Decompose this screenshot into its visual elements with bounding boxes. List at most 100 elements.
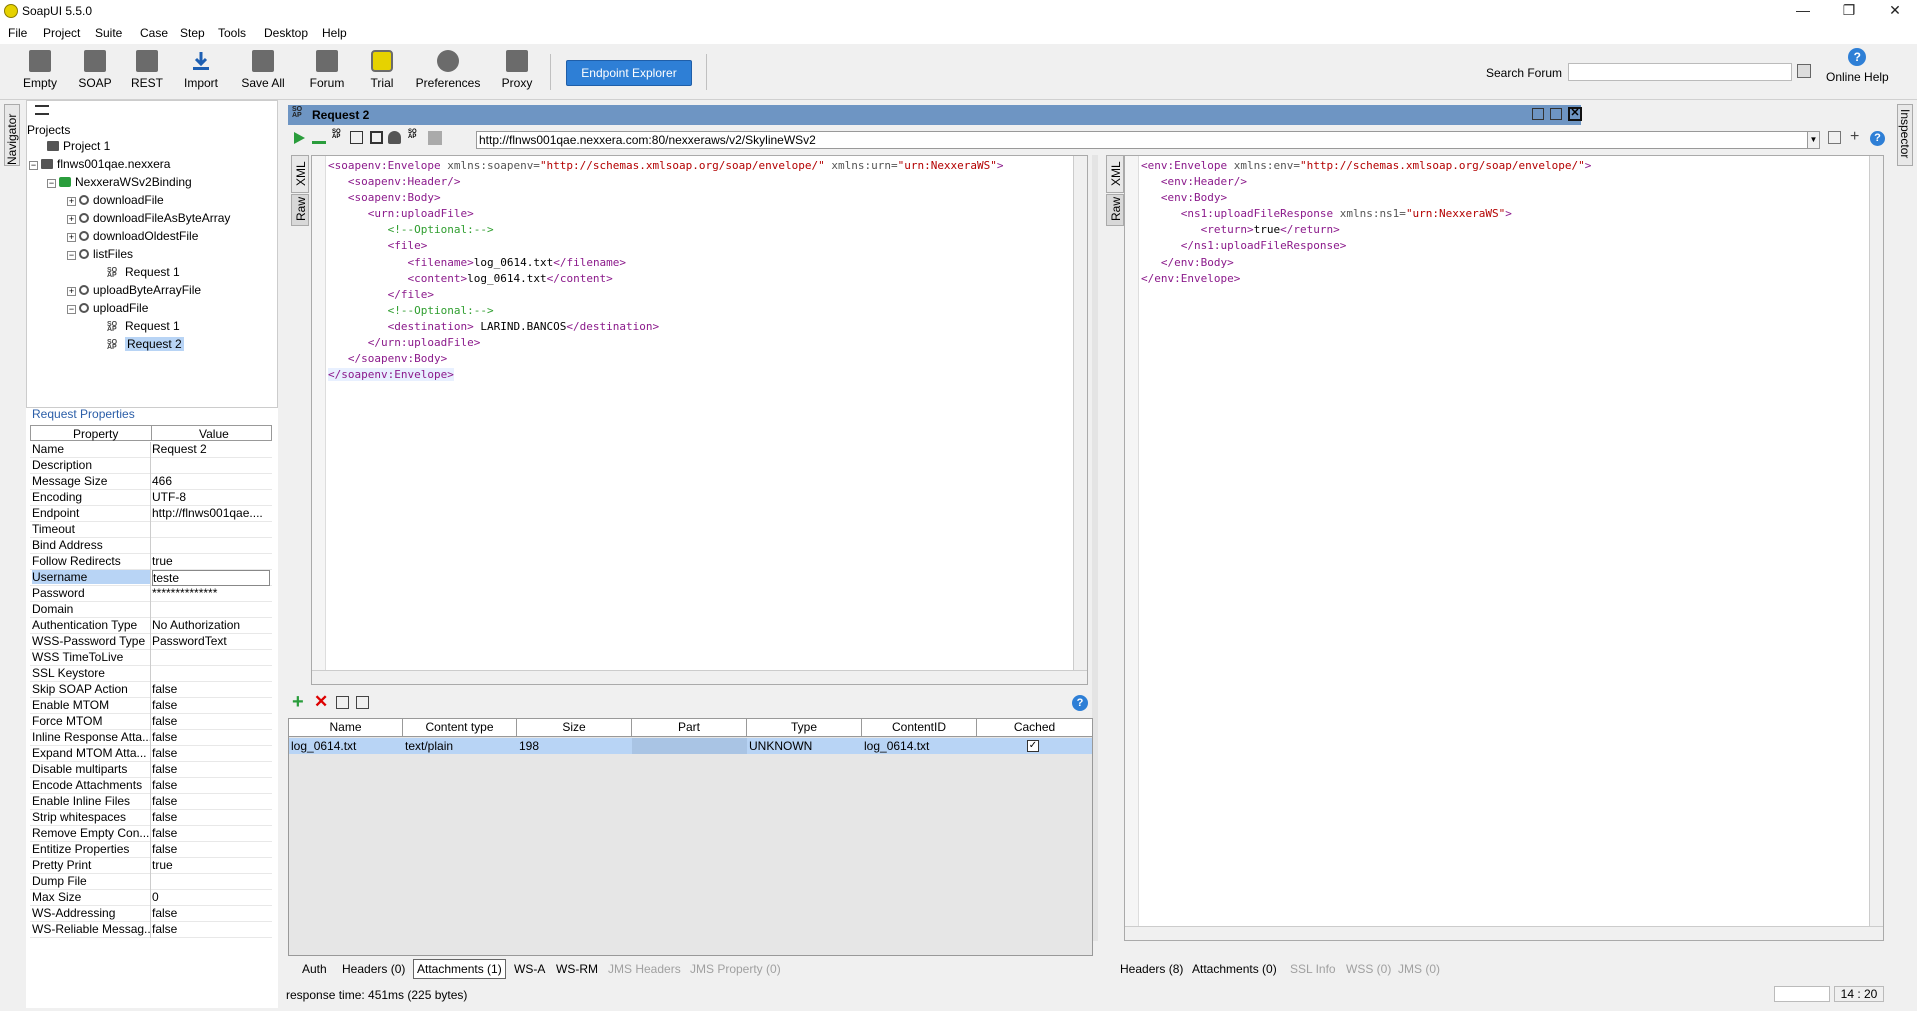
tree-item-request-selected[interactable]: SO AP Request 2 xyxy=(107,337,184,352)
tree-item-operation[interactable]: + uploadByteArrayFile xyxy=(67,283,201,297)
property-row[interactable]: Timeout xyxy=(30,522,272,538)
property-row[interactable]: Force MTOM false xyxy=(30,714,272,730)
column-header-content-id[interactable]: ContentID xyxy=(862,719,977,737)
navigator-side-tab[interactable]: Navigator xyxy=(4,104,20,166)
tab-ws-rm[interactable]: WS-RM xyxy=(556,962,598,976)
preferences-button[interactable]: Preferences xyxy=(414,48,482,90)
cell-part[interactable] xyxy=(632,738,747,754)
column-header-cached[interactable]: Cached xyxy=(977,719,1092,737)
export-attachment-icon[interactable] xyxy=(356,696,369,709)
property-row[interactable]: Endpoint http://flnws001qae.... xyxy=(30,506,272,522)
vertical-scrollbar[interactable] xyxy=(1073,156,1087,670)
property-row[interactable]: Password ************** xyxy=(30,586,272,602)
collapse-icon[interactable]: − xyxy=(67,251,76,260)
empty-button[interactable]: Empty xyxy=(18,48,62,90)
collapse-icon[interactable]: − xyxy=(67,305,76,314)
menu-step[interactable]: Step xyxy=(180,26,205,40)
endpoint-url-input[interactable]: http://flnws001qae.nexxera.com:80/nexxer… xyxy=(476,131,1808,149)
collapse-all-icon[interactable] xyxy=(35,105,49,115)
url-dropdown-icon[interactable]: ▼ xyxy=(1807,131,1820,149)
add-assertion-icon[interactable] xyxy=(312,132,326,144)
tree-item-project[interactable]: − flnws001qae.nexxera xyxy=(29,157,170,171)
minimize-button[interactable]: — xyxy=(1780,0,1826,22)
settings-icon[interactable] xyxy=(1828,131,1841,144)
tab-response-headers[interactable]: Headers (8) xyxy=(1120,962,1183,976)
property-row[interactable]: Authentication Type No Authorization xyxy=(30,618,272,634)
property-row[interactable]: SSL Keystore xyxy=(30,666,272,682)
request-xml-editor[interactable]: <soapenv:Envelope xmlns:soapenv="http://… xyxy=(311,155,1088,685)
collapse-icon[interactable]: − xyxy=(29,161,38,170)
property-row[interactable]: Encoding UTF-8 xyxy=(30,490,272,506)
response-raw-tab[interactable]: Raw xyxy=(1106,194,1124,226)
tree-item-operation[interactable]: + downloadFile xyxy=(67,193,164,207)
property-row[interactable]: Disable multiparts false xyxy=(30,762,272,778)
remove-attachment-icon[interactable]: ✕ xyxy=(314,692,328,712)
endpoint-explorer-button[interactable]: Endpoint Explorer xyxy=(566,60,692,86)
property-row[interactable]: Dump File xyxy=(30,874,272,890)
horizontal-scrollbar[interactable] xyxy=(1125,926,1883,940)
property-row[interactable]: Domain xyxy=(30,602,272,618)
restore-button[interactable]: ❐ xyxy=(1826,0,1872,22)
column-header-part[interactable]: Part xyxy=(632,719,747,737)
property-row[interactable]: Description xyxy=(30,458,272,474)
menu-file[interactable]: File xyxy=(8,26,27,40)
format-icon[interactable] xyxy=(350,131,363,144)
property-row-selected[interactable]: Username teste xyxy=(30,570,272,586)
column-header-type[interactable]: Type xyxy=(747,719,862,737)
import-button[interactable]: Import xyxy=(180,48,222,90)
expand-icon[interactable]: + xyxy=(67,197,76,206)
tree-item-operation[interactable]: − uploadFile xyxy=(67,301,148,315)
property-row[interactable]: Strip whitespaces false xyxy=(30,810,272,826)
inspector-side-tab[interactable]: Inspector xyxy=(1897,104,1913,166)
add-icon[interactable]: + xyxy=(1850,128,1859,146)
tree-item-operation[interactable]: + downloadOldestFile xyxy=(67,229,198,243)
property-row[interactable]: Bind Address xyxy=(30,538,272,554)
menu-suite[interactable]: Suite xyxy=(95,26,122,40)
soap-button[interactable]: SOAP xyxy=(76,48,114,90)
reload-attachment-icon[interactable] xyxy=(336,696,349,709)
soap-icon[interactable]: SO AP xyxy=(408,129,417,140)
request-xml-content[interactable]: <soapenv:Envelope xmlns:soapenv="http://… xyxy=(328,158,1004,383)
tab-headers[interactable]: Headers (0) xyxy=(342,962,405,976)
response-xml-tab[interactable]: XML xyxy=(1106,155,1124,193)
menu-help[interactable]: Help xyxy=(322,26,347,40)
tree-item-operation[interactable]: − listFiles xyxy=(67,247,133,261)
property-row[interactable]: Follow Redirects true xyxy=(30,554,272,570)
tree-item-operation[interactable]: + downloadFileAsByteArray xyxy=(67,211,230,225)
expand-icon[interactable]: + xyxy=(67,215,76,224)
tree-item-request[interactable]: SO AP Request 1 xyxy=(107,265,180,280)
tree-item-project[interactable]: Project 1 xyxy=(47,139,110,153)
trial-button[interactable]: Trial xyxy=(364,48,400,90)
help-icon[interactable]: ? xyxy=(1870,131,1885,146)
add-attachment-icon[interactable]: + xyxy=(292,691,304,714)
rest-button[interactable]: REST xyxy=(128,48,166,90)
property-row[interactable]: WSS-Password Type PasswordText xyxy=(30,634,272,650)
property-row[interactable]: Pretty Print true xyxy=(30,858,272,874)
property-row[interactable]: Encode Attachments false xyxy=(30,778,272,794)
soap-icon[interactable]: SO AP xyxy=(332,129,341,140)
close-editor-icon[interactable]: ✕ xyxy=(1568,107,1582,121)
tab-response-attachments[interactable]: Attachments (0) xyxy=(1192,962,1277,976)
menu-case[interactable]: Case xyxy=(140,26,168,40)
tab-auth[interactable]: Auth xyxy=(302,962,327,976)
xml-tab[interactable]: XML xyxy=(291,155,309,193)
property-row[interactable]: Message Size 466 xyxy=(30,474,272,490)
property-row[interactable]: Enable MTOM false xyxy=(30,698,272,714)
close-button[interactable]: ✕ xyxy=(1872,0,1917,22)
property-row[interactable]: Skip SOAP Action false xyxy=(30,682,272,698)
tree-item-request[interactable]: SO AP Request 1 xyxy=(107,319,180,334)
tab-ws-a[interactable]: WS-A xyxy=(514,962,545,976)
expand-icon[interactable]: + xyxy=(67,287,76,296)
vertical-scrollbar[interactable] xyxy=(1869,156,1883,926)
submit-request-icon[interactable] xyxy=(292,131,306,145)
property-row[interactable]: Enable Inline Files false xyxy=(30,794,272,810)
expand-icon[interactable]: + xyxy=(67,233,76,242)
property-row[interactable]: WS-Addressing false xyxy=(30,906,272,922)
forum-button[interactable]: Forum xyxy=(306,48,348,90)
search-go-icon[interactable] xyxy=(1797,64,1811,78)
column-header-content-type[interactable]: Content type xyxy=(403,719,517,737)
property-row[interactable]: Inline Response Atta... false xyxy=(30,730,272,746)
response-xml-content[interactable]: <env:Envelope xmlns:env="http://schemas.… xyxy=(1141,158,1591,287)
proxy-button[interactable]: Proxy xyxy=(498,48,536,90)
menu-tools[interactable]: Tools xyxy=(218,26,246,40)
